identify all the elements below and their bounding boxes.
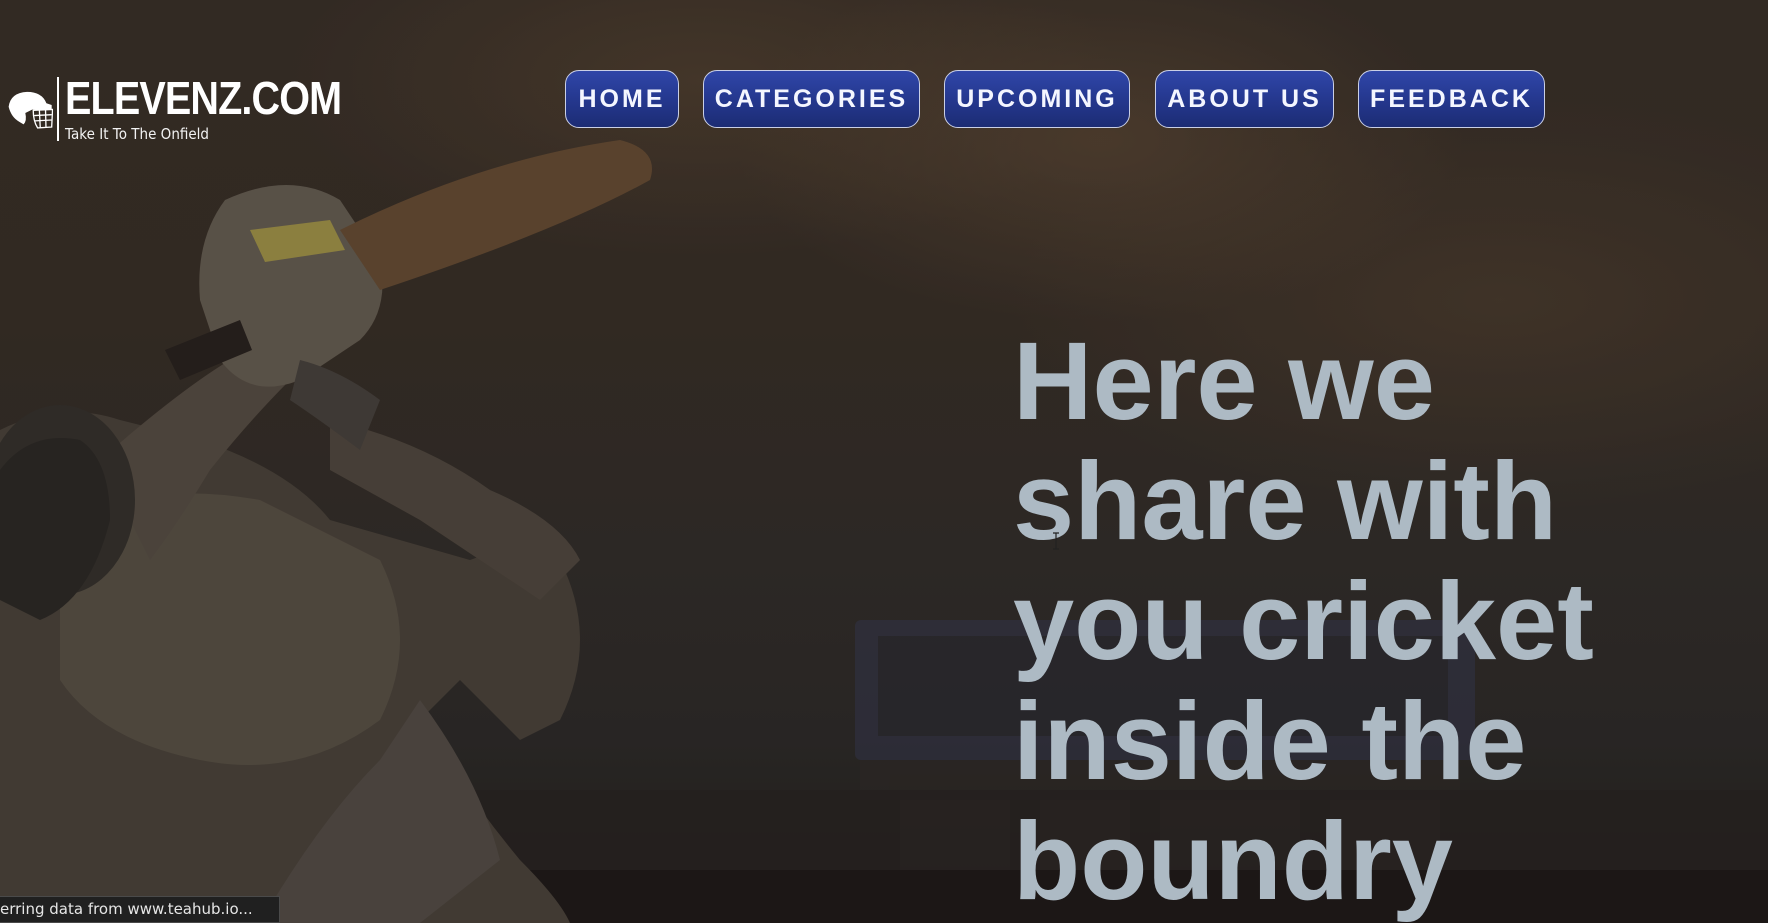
text-cursor-icon [1053,532,1059,550]
main-nav: HOME CATEGORIES UPCOMING ABOUT US FEEDBA… [0,70,1768,128]
nav-categories-button[interactable]: CATEGORIES [703,70,920,128]
browser-status-bar: erring data from www.teahub.io... [0,896,280,923]
nav-home-button[interactable]: HOME [565,70,679,128]
nav-feedback-button[interactable]: FEEDBACK [1358,70,1545,128]
headline-line: boundry [1013,800,1453,923]
headline-line: inside the [1013,680,1527,803]
nav-upcoming-button[interactable]: UPCOMING [944,70,1130,128]
headline-line: share with [1013,440,1558,563]
headline-line: you cricket [1013,560,1594,683]
nav-about-us-button[interactable]: ABOUT US [1155,70,1334,128]
headline-line: Here we [1013,320,1435,443]
hero-headline: Here we share with you cricket inside th… [1013,322,1633,922]
